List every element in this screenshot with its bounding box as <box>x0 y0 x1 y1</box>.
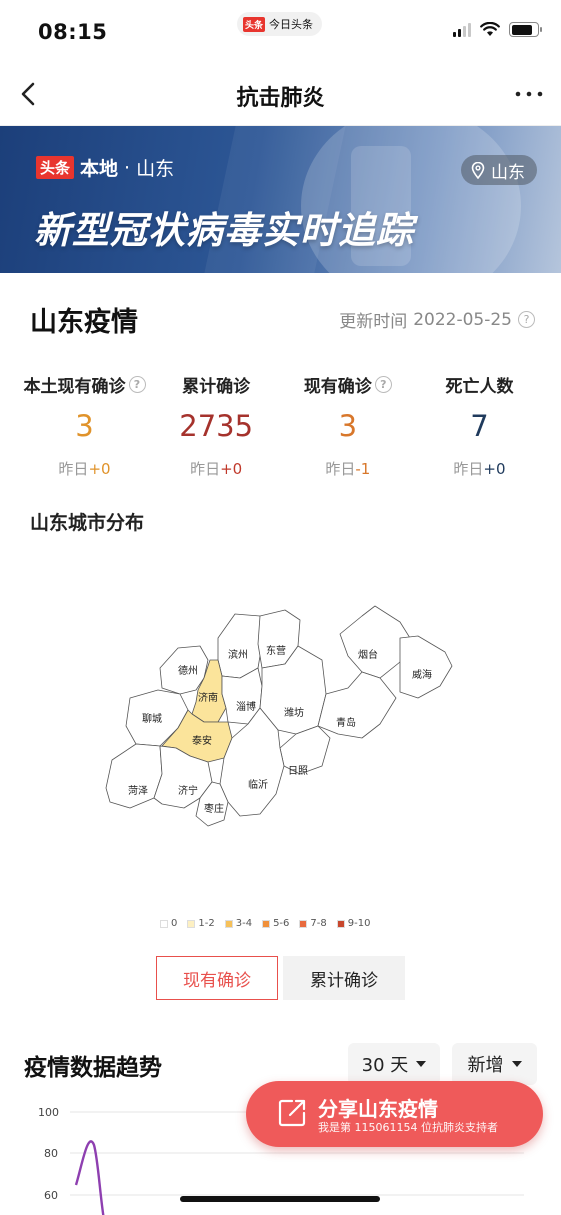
stat-label: 本土现有确诊 <box>23 376 126 397</box>
banner-headline: 新型冠状病毒实时追踪 <box>34 209 414 252</box>
stat-local-current: 本土现有确诊? 3 昨日+0 <box>22 370 147 479</box>
city-label: 泰安 <box>192 734 212 747</box>
city-label: 青岛 <box>336 716 356 729</box>
caret-down-icon <box>511 1061 522 1067</box>
region-qingdao <box>317 671 397 739</box>
location-pin-icon <box>471 161 485 179</box>
source-app-name: 今日头条 <box>269 18 314 31</box>
legend-item: 7-8 <box>299 918 327 929</box>
city-label: 淄博 <box>236 700 256 713</box>
stat-label: 累计确诊 <box>182 376 251 397</box>
region-yantai <box>339 605 411 679</box>
cumulative-confirmed-toggle[interactable]: 累计确诊 <box>283 956 405 1000</box>
city-label: 滨州 <box>228 648 248 661</box>
city-distribution-title: 山东城市分布 <box>30 512 145 534</box>
more-dots-icon[interactable] <box>513 80 545 108</box>
banner-local-label: 本地 <box>80 158 119 180</box>
banner-region: 山东 <box>136 158 175 180</box>
stat-cumulative: 累计确诊 2735 昨日+0 <box>154 370 279 479</box>
update-label: 更新时间 <box>339 312 408 332</box>
banner-logo: 头条 <box>36 156 75 179</box>
city-label: 潍坊 <box>284 706 304 719</box>
stat-current: 现有确诊? 3 昨日-1 <box>285 370 410 479</box>
stat-value: 3 <box>75 409 94 443</box>
map-legend: 0 1-2 3-4 5-6 7-8 9-10 <box>160 918 370 929</box>
city-label: 临沂 <box>248 778 268 791</box>
y-tick: 100 <box>38 1106 59 1119</box>
y-tick: 60 <box>44 1189 58 1202</box>
city-label: 济南 <box>198 691 218 704</box>
legend-item: 0 <box>160 918 177 929</box>
status-bar: 08:15 头条 今日头条 <box>0 0 561 60</box>
stat-label: 现有确诊 <box>303 376 372 397</box>
help-icon[interactable]: ? <box>128 375 146 393</box>
toutiao-logo: 头条 <box>243 16 266 32</box>
range-dropdown-value: 30 天 <box>361 1055 409 1076</box>
trend-title: 疫情数据趋势 <box>24 1055 162 1081</box>
city-label: 威海 <box>412 668 432 681</box>
share-button[interactable]: 分享山东疫情 我是第 115061154 位抗肺炎支持者 <box>246 1081 543 1147</box>
region-weihai <box>399 635 453 699</box>
range-dropdown[interactable]: 30 天 <box>348 1043 440 1085</box>
mode-dropdown-value: 新增 <box>467 1055 504 1076</box>
stat-value: 2735 <box>179 409 254 443</box>
stat-value: 7 <box>470 409 489 443</box>
stat-delta: 昨日+0 <box>190 460 243 478</box>
city-label: 烟台 <box>358 648 378 661</box>
update-date: 2022-05-25 <box>413 309 512 330</box>
city-label: 德州 <box>178 664 198 677</box>
stat-label: 死亡人数 <box>445 376 514 397</box>
status-time: 08:15 <box>38 20 108 44</box>
province-map[interactable]: 德州 滨州 东营 烟台 威海 济南 淄博 潍坊 聊城 泰安 青岛 日照 菏泽 济… <box>100 598 470 848</box>
current-confirmed-toggle[interactable]: 现有确诊 <box>156 956 278 1000</box>
city-label: 菏泽 <box>128 785 148 797</box>
trend-line <box>74 1140 105 1215</box>
home-indicator <box>180 1196 380 1202</box>
share-subtitle: 我是第 115061154 位抗肺炎支持者 <box>318 1121 498 1134</box>
help-icon[interactable]: ? <box>518 311 535 328</box>
source-app-pill[interactable]: 头条 今日头条 <box>237 12 323 36</box>
legend-item: 5-6 <box>262 918 289 929</box>
y-tick: 80 <box>44 1147 58 1160</box>
banner-header: 头条 本地 · 山东 <box>36 154 174 181</box>
location-chip-label: 山东 <box>491 162 525 183</box>
stat-delta: 昨日+0 <box>453 460 506 478</box>
help-icon[interactable]: ? <box>374 375 392 393</box>
stat-deaths: 死亡人数 7 昨日+0 <box>417 370 542 479</box>
city-label: 聊城 <box>142 712 162 725</box>
nav-bar: 抗击肺炎 <box>0 62 561 126</box>
region-heze <box>105 743 163 809</box>
city-label: 日照 <box>288 765 308 777</box>
stat-delta: 昨日-1 <box>325 460 371 478</box>
page-title: 抗击肺炎 <box>236 86 325 111</box>
caret-down-icon <box>416 1061 427 1067</box>
share-title: 分享山东疫情 <box>318 1097 438 1121</box>
mode-dropdown[interactable]: 新增 <box>452 1043 537 1085</box>
location-chip[interactable]: 山东 <box>461 155 537 185</box>
region-binzhou <box>217 613 263 679</box>
tracking-banner: 头条 本地 · 山东 新型冠状病毒实时追踪 山东 <box>0 126 561 273</box>
city-label: 济宁 <box>178 784 198 797</box>
banner-separator: · <box>124 156 131 179</box>
update-time: 更新时间 2022-05-25 ? <box>339 307 535 332</box>
city-label: 枣庄 <box>204 802 224 815</box>
legend-item: 9-10 <box>336 918 370 929</box>
wifi-icon <box>480 22 500 36</box>
stat-value: 3 <box>338 409 358 443</box>
city-label: 东营 <box>266 644 286 657</box>
status-icons <box>453 22 542 37</box>
stats-row: 本土现有确诊? 3 昨日+0 累计确诊 2735 昨日+0 现有确诊? 3 昨日… <box>22 370 542 479</box>
battery-icon <box>509 22 542 37</box>
legend-item: 1-2 <box>187 918 215 929</box>
stat-delta: 昨日+0 <box>58 460 111 478</box>
cellular-signal-icon <box>453 22 471 37</box>
region-epidemic-title: 山东疫情 <box>30 307 138 338</box>
legend-item: 3-4 <box>224 918 252 929</box>
share-icon <box>278 1099 306 1127</box>
